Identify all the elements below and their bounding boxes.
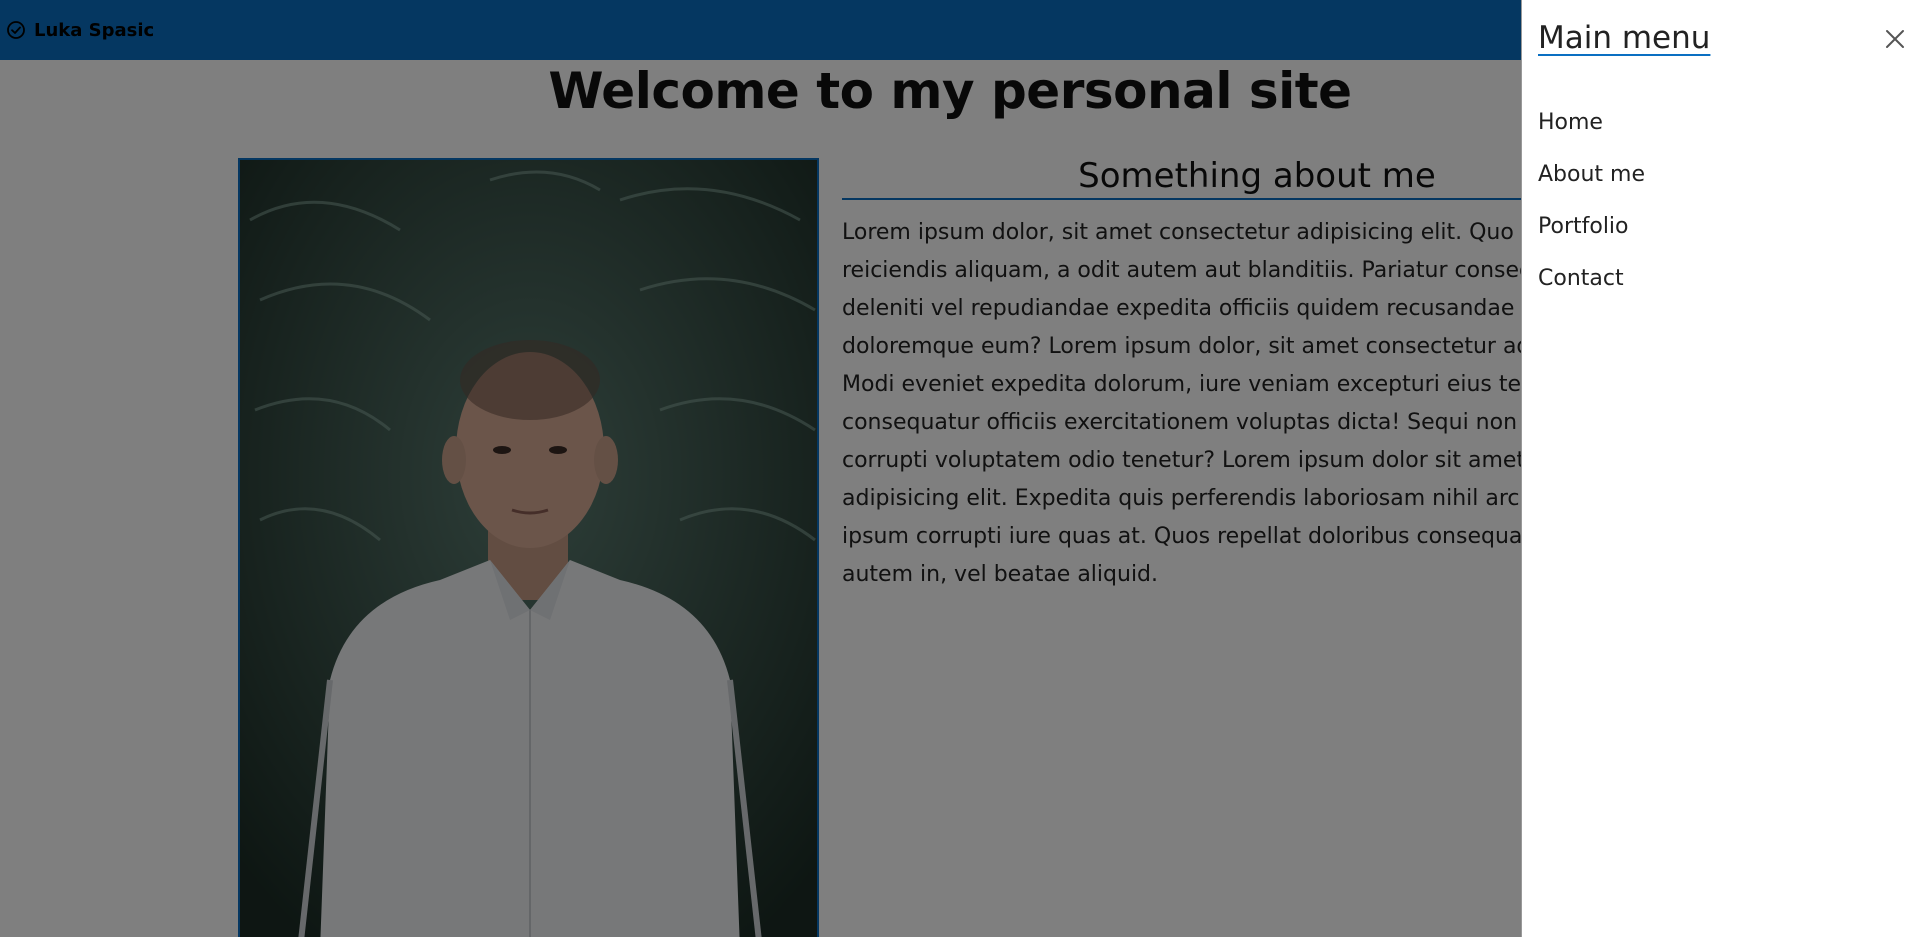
menu-item-contact[interactable]: Contact bbox=[1538, 262, 1645, 314]
menu-item-portfolio[interactable]: Portfolio bbox=[1538, 210, 1645, 262]
page: Luka Spasic Welcome to my personal site bbox=[0, 0, 1919, 937]
close-icon[interactable] bbox=[1884, 28, 1906, 50]
offcanvas-title: Main menu bbox=[1538, 20, 1711, 56]
menu-item-home[interactable]: Home bbox=[1538, 106, 1645, 158]
menu-item-about[interactable]: About me bbox=[1538, 158, 1645, 210]
menu-list: Home About me Portfolio Contact bbox=[1538, 106, 1645, 314]
main-menu-offcanvas: Main menu Home About me Portfolio Contac… bbox=[1521, 0, 1919, 937]
